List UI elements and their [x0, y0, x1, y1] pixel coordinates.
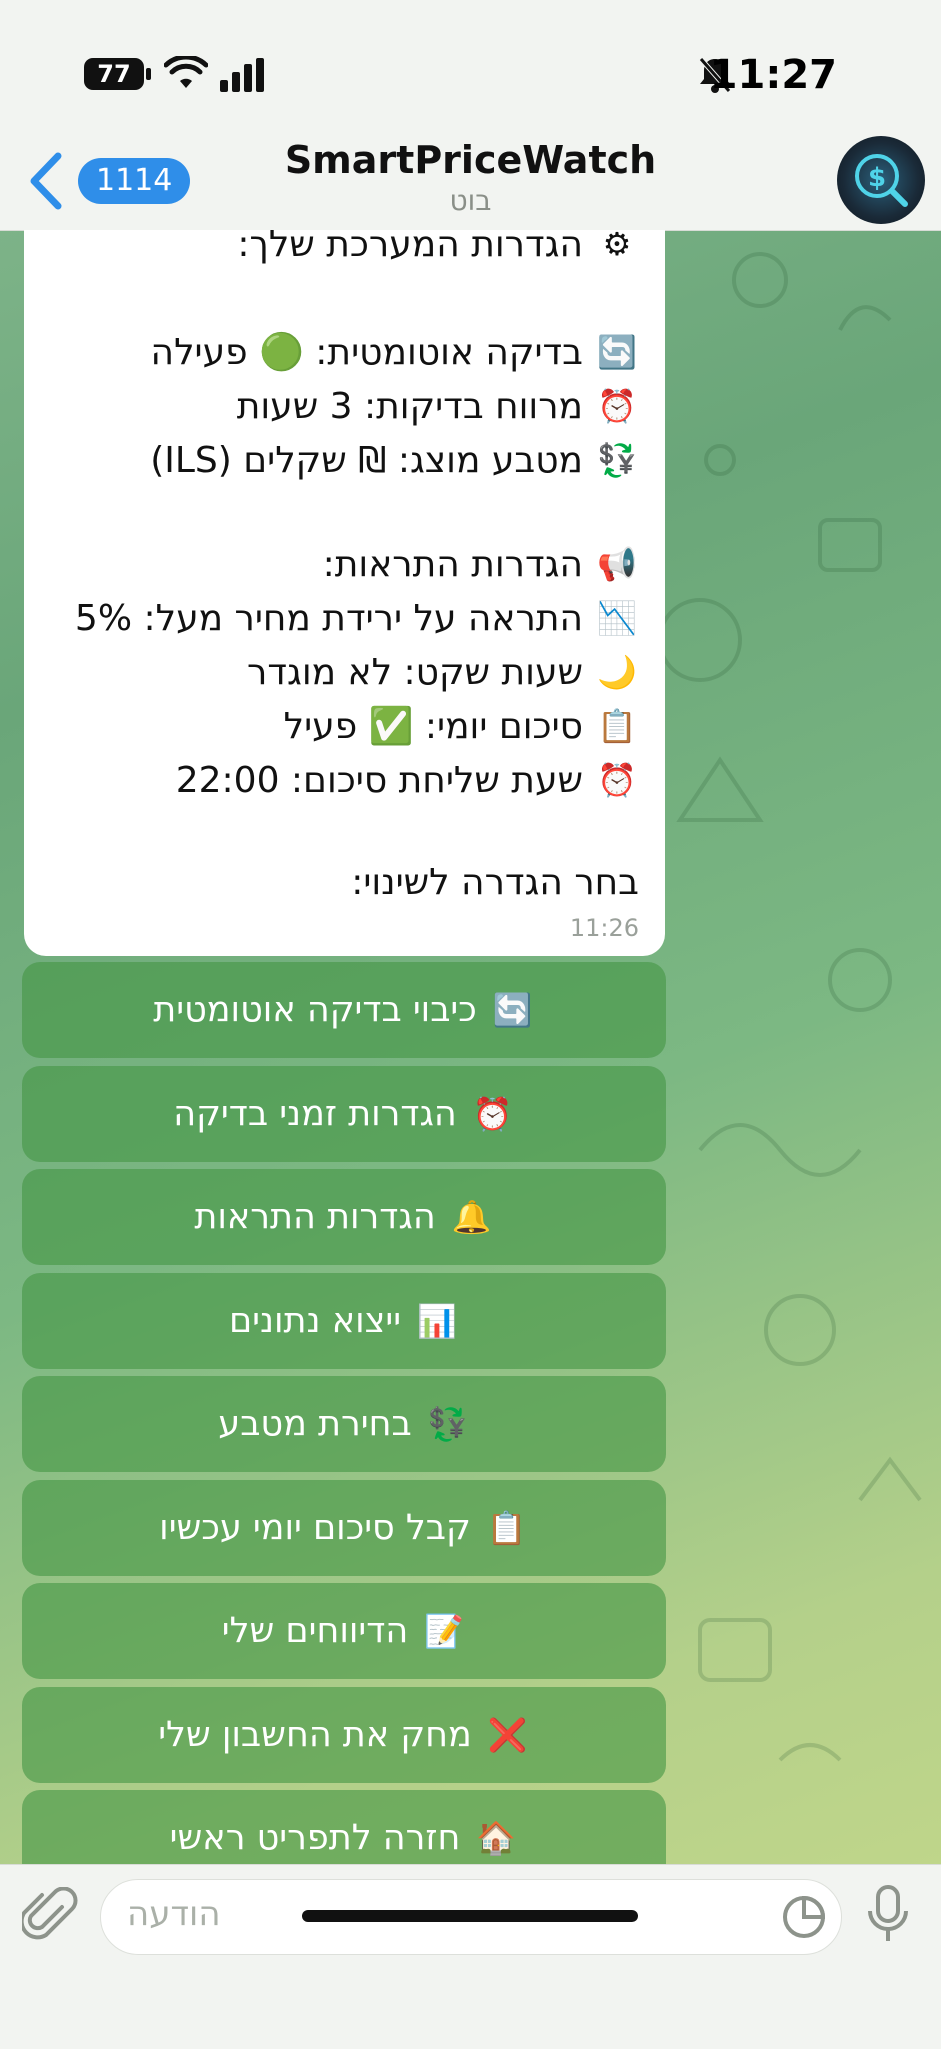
- cellular-signal-icon: [220, 58, 264, 92]
- battery-nub: [146, 68, 151, 80]
- message-line: 📢 הגדרות התראות:: [323, 542, 639, 586]
- status-time: 11:27: [709, 52, 837, 98]
- currency-exchange-icon: 💱: [427, 1405, 468, 1443]
- button-label: קבל סיכום יומי עכשיו: [159, 1507, 471, 1548]
- button-label: מחק את החשבון שלי: [158, 1714, 472, 1755]
- alarm-clock-icon: ⏰: [472, 1094, 513, 1133]
- composer-bar: הודעה: [0, 1864, 941, 2049]
- clipboard-icon: 📋: [486, 1508, 527, 1547]
- message-line-text: בדיקה אוטומטית: 🟢 פעילה: [150, 332, 583, 373]
- message-line: 📋 סיכום יומי: ✅ פעיל: [284, 704, 639, 748]
- message-line: 📉 התראה על ירידת מחיר מעל: 5%: [75, 596, 639, 640]
- cross-mark-icon: ❌: [487, 1715, 528, 1754]
- chat-title[interactable]: SmartPriceWatch: [0, 138, 941, 182]
- alarm-clock-icon: ⏰: [597, 387, 637, 425]
- microphone-icon[interactable]: [862, 1883, 914, 1947]
- message-line: בחר הגדרה לשינוי:: [351, 862, 639, 903]
- wifi-icon: [164, 56, 208, 88]
- bar-chart-icon: 📊: [417, 1301, 457, 1340]
- alarm-clock-icon: ⏰: [597, 761, 637, 799]
- message-line-text: התראה על ירידת מחיר מעל: 5%: [74, 597, 583, 639]
- paperclip-icon[interactable]: [22, 1887, 78, 1947]
- inline-keyboard-button[interactable]: 🔄 כיבוי בדיקה אוטומטית: [22, 962, 666, 1058]
- inline-keyboard-button[interactable]: 🔔 הגדרות התראות: [22, 1169, 666, 1265]
- inline-keyboard-button[interactable]: 📊 ייצוא נתונים: [22, 1272, 666, 1369]
- message-line-text: שעת שליחת סיכום: 22:00: [175, 759, 583, 801]
- inline-keyboard-button[interactable]: 📋 קבל סיכום יומי עכשיו: [22, 1479, 666, 1576]
- button-label: חזרה לתפריט ראשי: [169, 1818, 461, 1858]
- message-line-text: הגדרות המערכת שלך:: [237, 223, 583, 265]
- message-line: 💱 מטבע מוצג: ₪ שקלים (ILS): [150, 438, 639, 482]
- inline-keyboard-button[interactable]: ⏰ הגדרות זמני בדיקה: [22, 1065, 666, 1162]
- status-bar: 77 11:27: [0, 0, 941, 140]
- megaphone-icon: 📢: [597, 545, 637, 583]
- message-placeholder: הודעה: [127, 1894, 221, 1934]
- button-label: הגדרות התראות: [194, 1197, 436, 1237]
- message-line: ⏰ מרווח בדיקות: 3 שעות: [237, 384, 639, 428]
- message-line: 🔄 בדיקה אוטומטית: 🟢 פעילה: [151, 330, 639, 374]
- inline-keyboard-button[interactable]: 📝 הדיווחים שלי: [22, 1583, 666, 1679]
- message-line: ⏰ שעת שליחת סיכום: 22:00: [176, 758, 639, 802]
- bell-icon: 🔔: [451, 1198, 492, 1236]
- house-icon: 🏠: [476, 1819, 517, 1857]
- chat-header: 1114 SmartPriceWatch בוט $: [0, 136, 941, 231]
- currency-exchange-icon: 💱: [597, 441, 637, 479]
- gear-icon: ⚙: [602, 225, 632, 263]
- inline-keyboard-button[interactable]: 💱 בחירת מטבע: [22, 1376, 666, 1472]
- home-indicator: [302, 1910, 638, 1922]
- dollar-magnifier-icon: $: [855, 154, 908, 207]
- inline-keyboard-button[interactable]: ❌ מחק את החשבון שלי: [22, 1686, 666, 1783]
- memo-icon: 📝: [424, 1612, 465, 1650]
- bot-message-bubble: ⚙ הגדרות המערכת שלך: 🔄 בדיקה אוטומטית: 🟢 פע…: [24, 224, 665, 956]
- button-label: הדיווחים שלי: [221, 1611, 409, 1651]
- battery-icon: 77: [84, 58, 144, 90]
- message-line-text: הגדרות התראות:: [322, 543, 583, 585]
- svg-text:$: $: [868, 163, 886, 193]
- button-label: הגדרות זמני בדיקה: [173, 1093, 457, 1134]
- button-label: ייצוא נתונים: [228, 1300, 402, 1341]
- crescent-moon-icon: 🌙: [597, 653, 637, 691]
- message-line-text: בחר הגדרה לשינוי:: [351, 862, 639, 903]
- button-label: כיבוי בדיקה אוטומטית: [153, 990, 477, 1030]
- button-label: בחירת מטבע: [218, 1404, 412, 1444]
- sticker-icon[interactable]: [781, 1894, 827, 1940]
- chart-decreasing-icon: 📉: [597, 599, 637, 637]
- chat-subtitle: בוט: [449, 184, 492, 217]
- refresh-icon: 🔄: [597, 333, 637, 371]
- message-line-text: שעות שקט: לא מוגדר: [247, 651, 583, 693]
- message-line: 🌙 שעות שקט: לא מוגדר: [247, 650, 639, 694]
- message-timestamp: 11:26: [569, 914, 639, 942]
- bot-avatar[interactable]: $: [837, 136, 925, 224]
- message-line-text: מטבע מוצג: ₪ שקלים (ILS): [150, 439, 583, 481]
- message-line-text: סיכום יומי: ✅ פעיל: [283, 706, 583, 747]
- message-line: ⚙ הגדרות המערכת שלך:: [237, 222, 639, 266]
- refresh-icon: 🔄: [492, 991, 533, 1029]
- message-line-text: מרווח בדיקות: 3 שעות: [236, 385, 583, 427]
- clipboard-icon: 📋: [597, 707, 637, 745]
